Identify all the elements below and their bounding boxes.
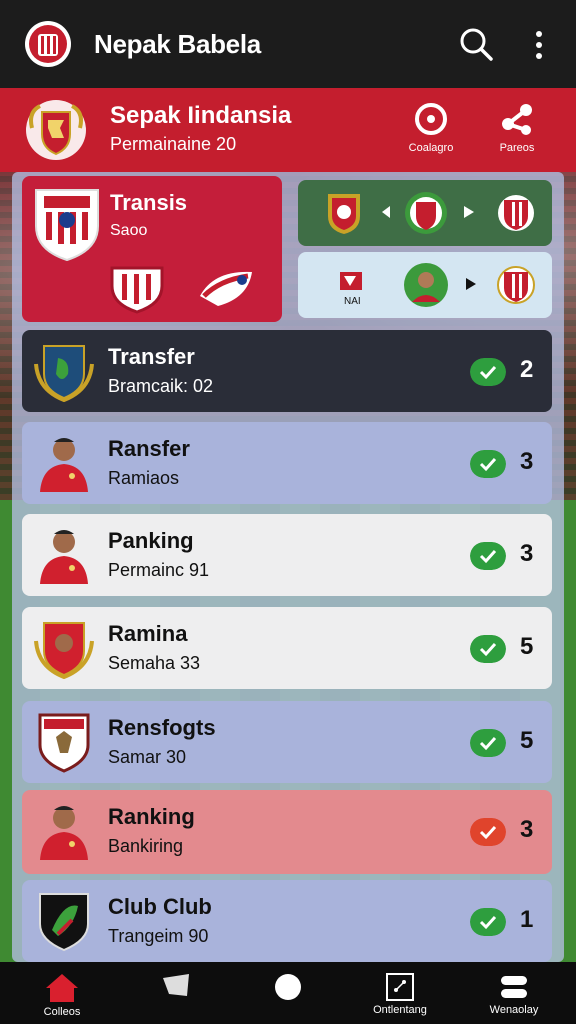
check-icon — [470, 635, 506, 663]
list-item[interactable]: Club Club Trangeim 90 1 — [22, 880, 552, 962]
arrow-left-icon — [382, 206, 390, 218]
circle-icon — [275, 974, 301, 1000]
match-card[interactable] — [298, 180, 552, 246]
nav-item-ticket[interactable] — [156, 972, 196, 1002]
team-crest-icon — [34, 345, 94, 402]
team-crest-icon — [39, 893, 89, 952]
league-banner: Sepak Iindansia Permainaine 20 Coalagro … — [0, 88, 576, 172]
team-crest-icon — [497, 266, 535, 304]
team-crest-icon — [498, 195, 534, 231]
player-avatar-icon — [40, 806, 88, 860]
player-crest-icon — [34, 622, 94, 679]
team-crest-icon — [38, 713, 90, 773]
row-title: Transfer — [108, 344, 195, 369]
home-icon — [46, 974, 78, 1002]
club-badge-icon — [200, 271, 252, 306]
bottom-navigation: Colleos Ontlentang Wenaolay — [0, 962, 576, 1024]
nav-item-tactics[interactable]: Ontlentang — [360, 972, 440, 1016]
list-item[interactable]: Transfer Bramcaik: 02 2 — [22, 330, 552, 412]
striped-shield-icon — [110, 266, 164, 314]
list-item[interactable]: Ranking Bankiring 3 — [22, 790, 552, 874]
team-crest-icon — [35, 189, 99, 262]
row-title: Panking — [108, 528, 194, 553]
app-bar: Nepak Babela — [0, 0, 576, 88]
row-count: 3 — [520, 448, 534, 475]
nav-item-menu[interactable]: Wenaolay — [474, 972, 554, 1016]
nav-item-center[interactable] — [268, 972, 308, 1004]
list-item[interactable]: Ramina Semaha 33 5 — [22, 607, 552, 689]
row-count: 1 — [520, 906, 534, 933]
row-title: Ranking — [108, 804, 195, 829]
row-title: Ransfer — [108, 436, 190, 461]
tactics-icon — [386, 973, 414, 1001]
row-title: Ramina — [108, 621, 188, 646]
list-item[interactable]: Ransfer Ramiaos 3 — [22, 422, 552, 504]
row-title: Club Club — [108, 894, 212, 919]
list-item[interactable]: Panking Permainc 91 3 — [22, 514, 552, 596]
league-subtitle: Permainaine 20 — [110, 134, 237, 154]
player-avatar-icon — [40, 530, 88, 584]
featured-card[interactable]: Transis Saoo — [22, 176, 282, 322]
team-crest-icon — [405, 192, 447, 234]
row-subtitle: Permainc 91 — [108, 560, 210, 580]
row-count: 2 — [520, 356, 534, 383]
banner-action-share[interactable]: Pareos — [482, 102, 552, 154]
list-item[interactable]: Rensfogts Samar 30 5 — [22, 701, 552, 783]
club-logo-icon[interactable] — [24, 20, 72, 68]
nav-item-home[interactable]: Colleos — [34, 972, 90, 1018]
row-subtitle: Trangeim 90 — [108, 926, 209, 946]
row-count: 3 — [520, 816, 534, 843]
arrow-right-icon — [464, 206, 474, 218]
row-title: Rensfogts — [108, 715, 216, 740]
player-avatar-icon — [404, 263, 448, 307]
check-icon — [470, 450, 506, 478]
nav-label: Colleos — [43, 1006, 81, 1018]
row-count: 5 — [520, 633, 534, 660]
row-subtitle: Ramiaos — [108, 468, 180, 488]
row-subtitle: Semaha 33 — [108, 653, 201, 673]
league-crest-icon — [26, 100, 86, 160]
arrow-right-icon — [466, 278, 476, 290]
match-label: NAI — [344, 296, 361, 307]
app-title: Nepak Babela — [94, 28, 261, 59]
nav-label: Ontlentang — [373, 1004, 427, 1016]
row-subtitle: Samar 30 — [108, 747, 187, 767]
check-icon — [470, 729, 506, 757]
check-icon — [470, 358, 506, 386]
team-crest-icon — [328, 194, 360, 234]
target-icon — [415, 103, 447, 135]
row-count: 3 — [520, 540, 534, 567]
check-icon — [470, 908, 506, 936]
row-subtitle: Bramcaik: 02 — [108, 376, 214, 396]
row-count: 5 — [520, 727, 534, 754]
featured-subtitle: Saoo — [110, 222, 148, 239]
ticket-icon — [163, 974, 189, 996]
menu-icon — [501, 976, 527, 998]
banner-action-target[interactable]: Coalagro — [396, 102, 466, 154]
banner-action-label: Pareos — [499, 142, 535, 154]
nav-label: Wenaolay — [489, 1004, 539, 1016]
banner-action-label: Coalagro — [408, 142, 454, 154]
flag-icon — [340, 272, 362, 290]
share-icon — [502, 104, 532, 135]
player-avatar-icon — [40, 438, 88, 492]
league-name: Sepak Iindansia — [110, 102, 292, 129]
match-card[interactable]: NAI — [298, 252, 552, 318]
search-icon[interactable] — [458, 26, 494, 62]
more-vert-icon[interactable] — [528, 30, 550, 60]
featured-title: Transis — [110, 190, 188, 215]
check-icon — [470, 542, 506, 570]
alert-check-icon — [470, 818, 506, 846]
row-subtitle: Bankiring — [108, 836, 184, 856]
